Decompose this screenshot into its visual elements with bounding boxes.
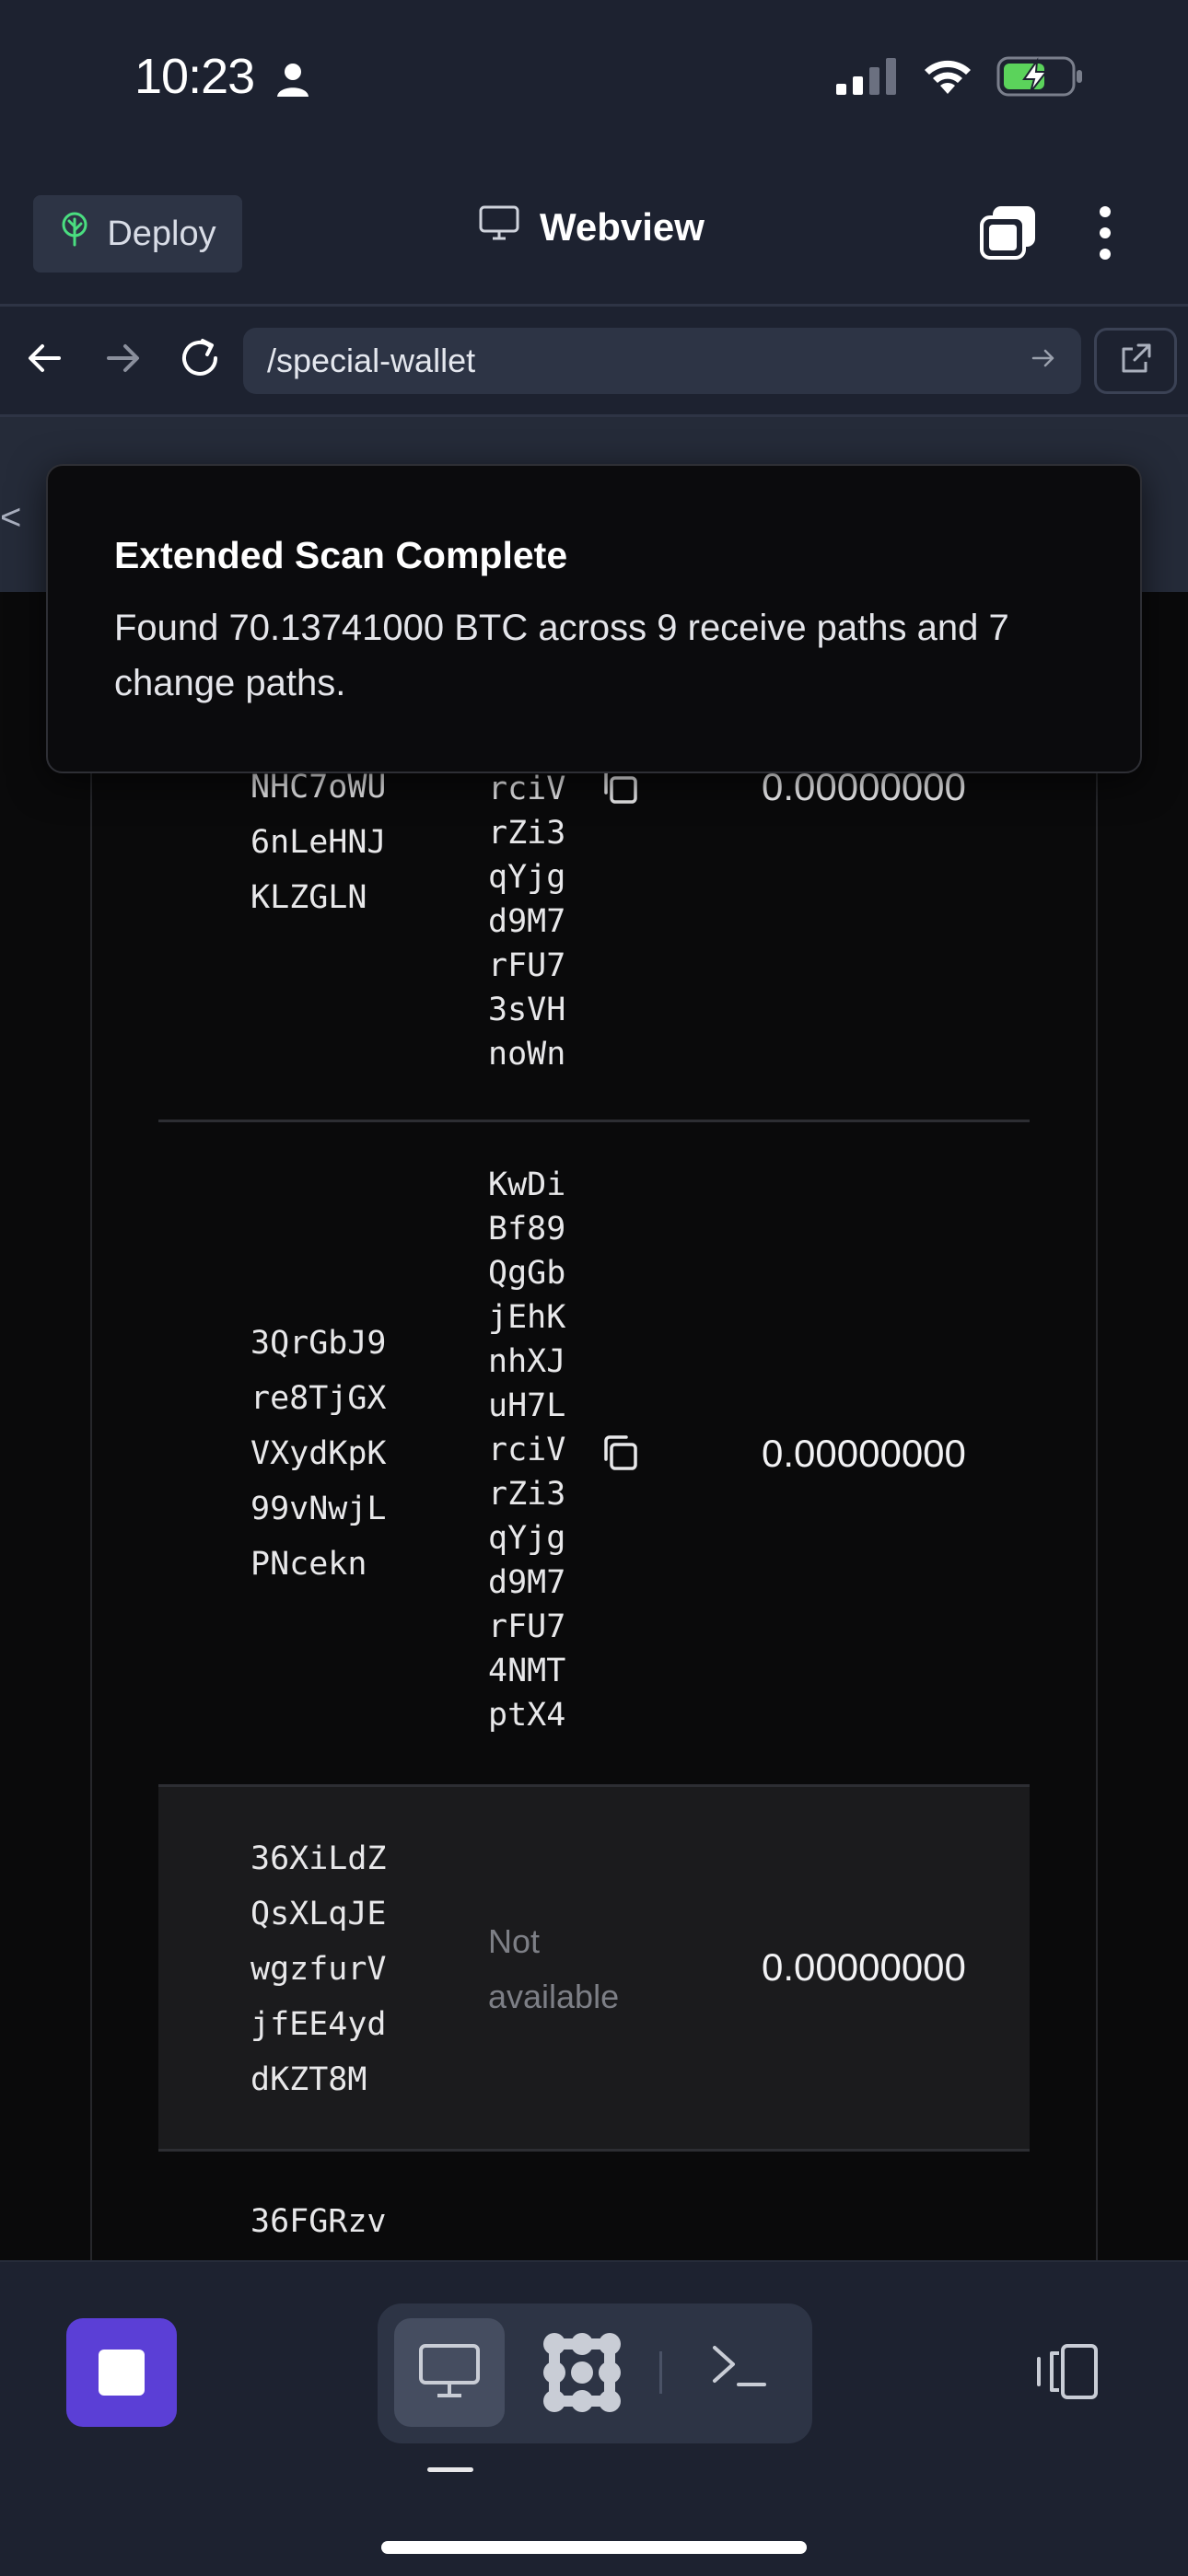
url-path: /special-wallet — [267, 342, 476, 379]
copy-icon[interactable] — [599, 1432, 641, 1479]
table-row: 36XiLdZ QsXLqJE wgzfurV jfEE4yd dKZT8M N… — [158, 1787, 1030, 2152]
split-view-icon[interactable] — [1033, 2342, 1100, 2408]
go-arrow-icon[interactable] — [1030, 342, 1057, 380]
external-link-icon — [1118, 342, 1153, 381]
balance-cell: 0.00000000 — [762, 1945, 966, 1989]
active-tab-indicator — [427, 2467, 473, 2472]
address-cell: NHC7oWU 6nLeHNJ KLZGLN — [250, 769, 387, 916]
switcher-separator — [659, 2351, 662, 2394]
more-options-icon[interactable] — [1087, 204, 1124, 266]
stop-button[interactable] — [66, 2318, 177, 2427]
person-icon — [276, 63, 309, 102]
deploy-button[interactable]: Deploy — [33, 195, 242, 273]
status-icons — [834, 55, 1085, 102]
reload-icon[interactable] — [175, 333, 225, 388]
title-text: Webview — [540, 205, 705, 249]
webview-mode-button[interactable] — [394, 2318, 505, 2427]
forward-arrow-icon[interactable] — [99, 335, 146, 386]
scan-complete-toast: Extended Scan Complete Found 70.13741000… — [46, 464, 1142, 773]
status-time: 10:23 — [134, 49, 255, 104]
toast-title: Extended Scan Complete — [114, 534, 568, 576]
deploy-label: Deploy — [107, 214, 216, 253]
home-indicator — [381, 2541, 807, 2554]
address-cell: 36FGRzv — [250, 2203, 387, 2240]
private-key-cell: rciV rZi3 qYjg d9M7 rFU7 3sVH noWn — [488, 771, 566, 1073]
private-key-cell: KwDi Bf89 QgGb jEhK nhXJ uH7L rciV rZi3 … — [488, 1166, 566, 1734]
cellular-signal-icon — [834, 58, 899, 99]
address-cell: 36XiLdZ QsXLqJE wgzfurV jfEE4yd dKZT8M — [250, 1840, 387, 2098]
agents-grid-icon[interactable] — [534, 2329, 630, 2420]
url-input[interactable]: /special-wallet — [243, 328, 1081, 394]
header-divider — [0, 304, 1188, 307]
monitor-icon — [417, 2342, 482, 2404]
balance-cell: 0.00000000 — [762, 1432, 966, 1475]
toast-message: Found 70.13741000 BTC across 9 receive p… — [114, 608, 1009, 703]
private-key-unavailable: Not available — [488, 1922, 620, 2015]
battery-charging-icon — [996, 55, 1085, 102]
open-external-button[interactable] — [1094, 328, 1177, 394]
monitor-icon — [479, 204, 519, 250]
web-page-edge-glyph: < — [0, 497, 22, 538]
webview-title: Webview — [479, 204, 705, 250]
back-arrow-icon[interactable] — [22, 335, 68, 386]
terminal-icon[interactable] — [709, 2338, 768, 2398]
tree-icon — [59, 212, 90, 256]
stop-icon — [99, 2350, 145, 2396]
wifi-icon — [921, 57, 974, 100]
tabs-button[interactable] — [978, 204, 1039, 266]
table-row: 3QrGbJ9 re8TjGX VXydKpK 99vNwjL PNcekn K… — [158, 1122, 1030, 1787]
table-row: 36FGRzv — [158, 2152, 1030, 2260]
address-cell: 3QrGbJ9 re8TjGX VXydKpK 99vNwjL PNcekn — [250, 1325, 387, 1583]
